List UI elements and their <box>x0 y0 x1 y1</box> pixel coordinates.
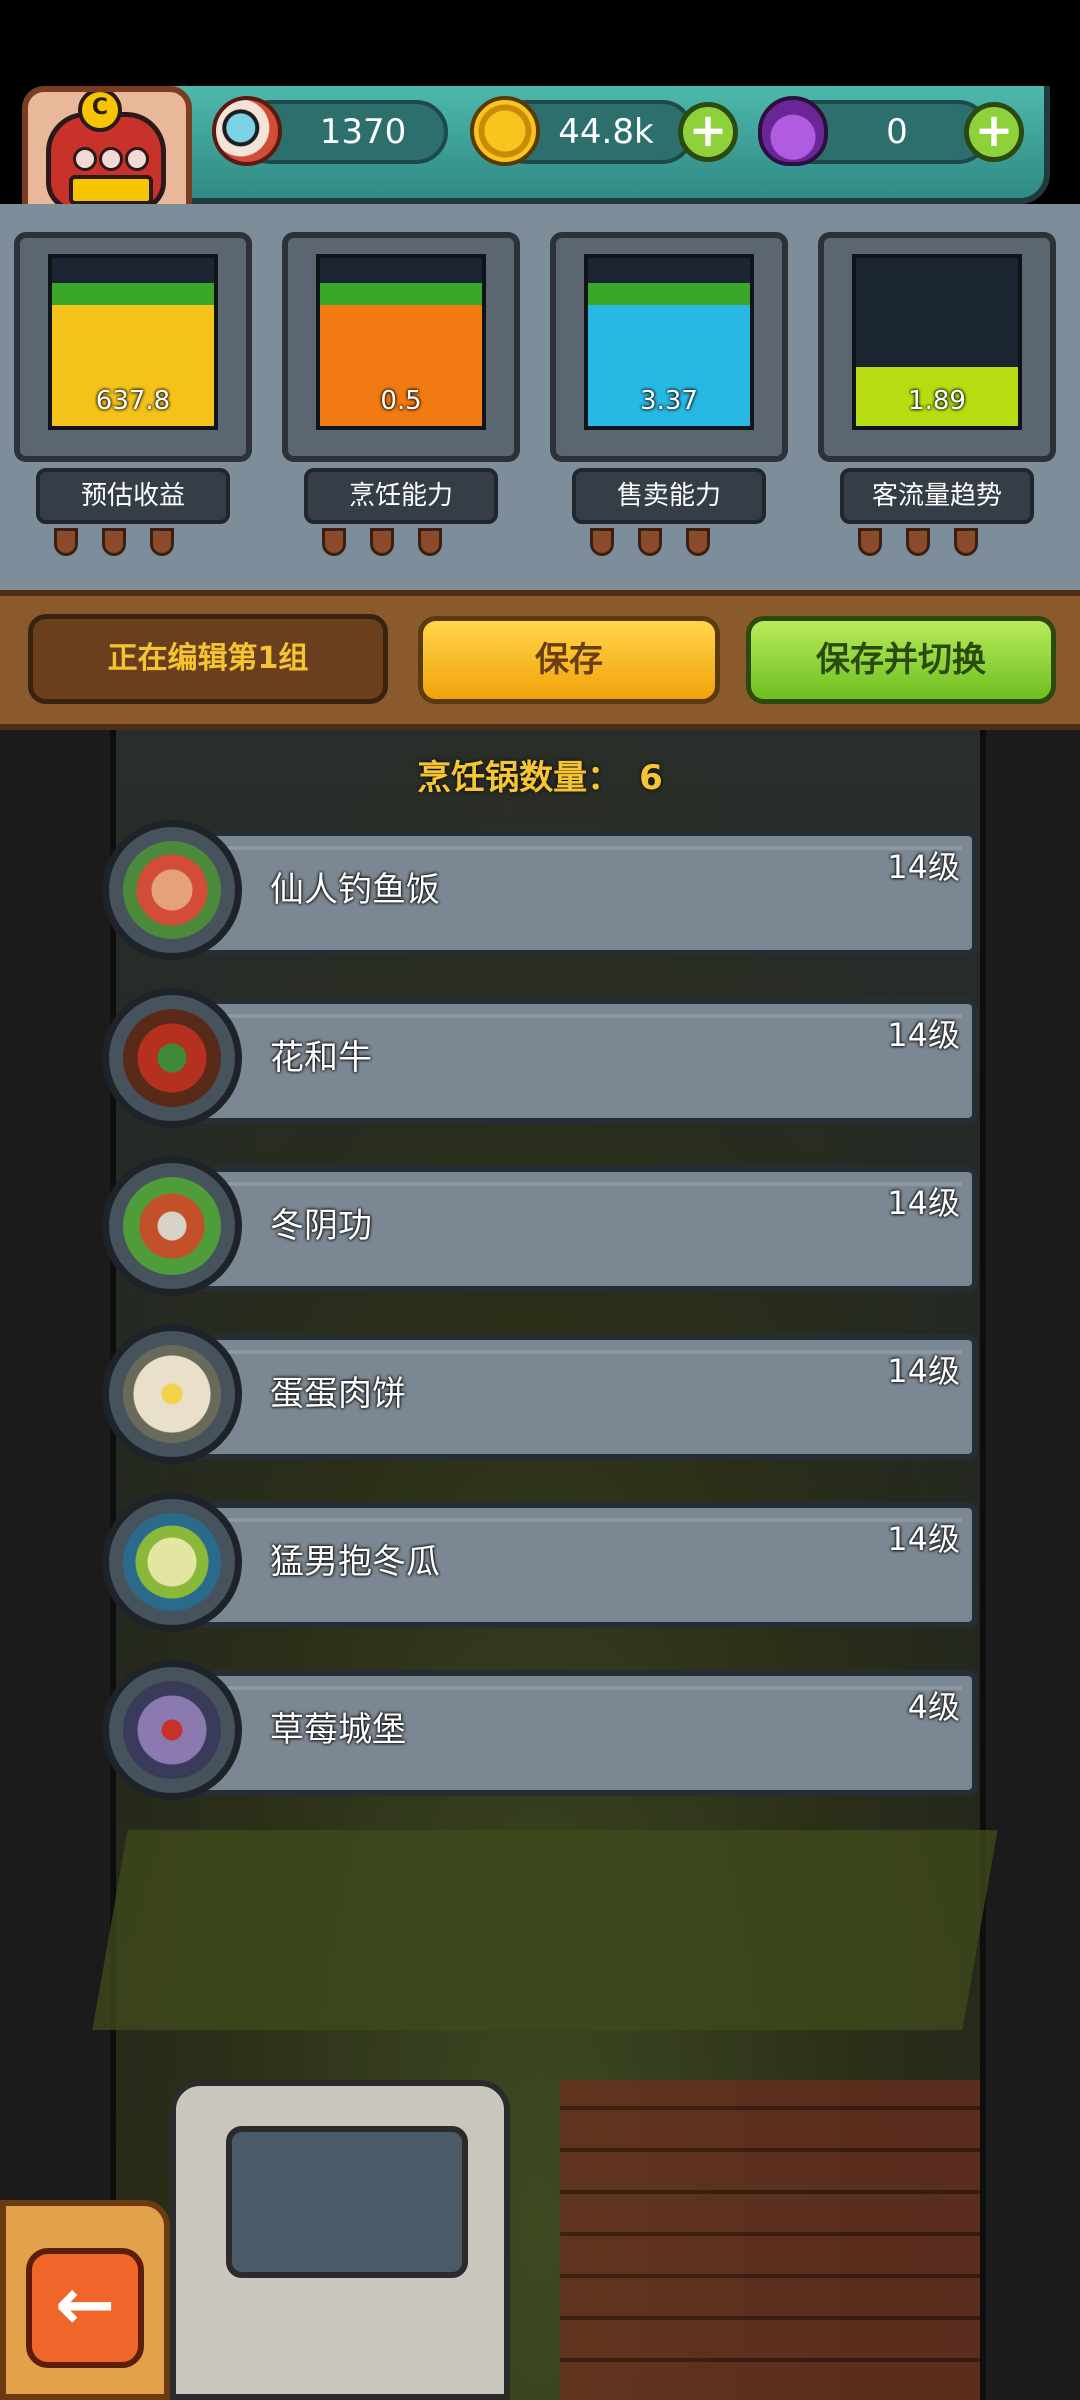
brick-wall <box>560 2080 980 2400</box>
meter-customer-trend: 1.89 客流量趋势 <box>818 232 1056 562</box>
coin-count: 44.8k <box>558 112 654 152</box>
dish-icon <box>102 1156 242 1296</box>
meter-value: 1.89 <box>908 386 966 416</box>
status-bar <box>0 0 1080 86</box>
right-wall <box>980 730 1080 2400</box>
plus-icon: + <box>688 103 728 157</box>
recipe-row[interactable]: 草莓城堡 4级 <box>102 1660 982 1806</box>
recipe-name: 冬阴功 <box>270 1206 372 1246</box>
back-arrow-icon: ← <box>54 2262 116 2346</box>
meter-value: 3.37 <box>640 386 698 416</box>
coin-icon <box>470 96 540 166</box>
recipe-row[interactable]: 蛋蛋肉饼 14级 <box>102 1324 982 1470</box>
recipe-row[interactable]: 猛男抱冬瓜 14级 <box>102 1492 982 1638</box>
save-button[interactable]: 保存 <box>418 616 720 704</box>
meter-label: 售卖能力 <box>572 468 766 524</box>
recipe-level: 14级 <box>887 848 960 886</box>
pot-count-label: 烹饪锅数量： <box>417 758 622 798</box>
recipe-level: 14级 <box>887 1016 960 1054</box>
eyeball-count: 1370 <box>319 112 407 152</box>
recipe-name: 猛男抱冬瓜 <box>270 1542 440 1582</box>
recipe-row[interactable]: 仙人钓鱼饭 14级 <box>102 820 982 966</box>
recipe-name: 仙人钓鱼饭 <box>270 870 440 910</box>
recipe-level: 4级 <box>907 1688 960 1726</box>
recipe-level: 14级 <box>887 1352 960 1390</box>
editing-group-label: 正在编辑第1组 <box>28 614 388 704</box>
meter-selling-ability: 3.37 售卖能力 <box>550 232 788 562</box>
back-button[interactable]: ← <box>26 2248 144 2368</box>
oven <box>170 2080 510 2400</box>
plus-icon: + <box>974 103 1014 157</box>
meter-cooking-ability: 0.5 烹饪能力 <box>282 232 520 562</box>
meter-estimated-income: 637.8 预估收益 <box>14 232 252 562</box>
meter-label: 烹饪能力 <box>304 468 498 524</box>
meter-value: 0.5 <box>380 386 422 416</box>
stats-panel: 637.8 预估收益 0.5 烹饪能力 3.37 售卖能力 1.89 客流量趋势 <box>0 204 1080 590</box>
eyeball-icon <box>212 96 282 166</box>
save-and-switch-button[interactable]: 保存并切换 <box>746 616 1056 704</box>
kitchen-floor <box>92 1830 998 2030</box>
add-coins-button[interactable]: + <box>678 102 738 162</box>
dish-icon <box>102 1492 242 1632</box>
recipe-level: 14级 <box>887 1520 960 1558</box>
recipe-row[interactable]: 冬阴功 14级 <box>102 1156 982 1302</box>
recipe-name: 蛋蛋肉饼 <box>270 1374 406 1414</box>
dish-icon <box>102 1324 242 1464</box>
recipe-name: 草莓城堡 <box>270 1710 406 1750</box>
recipe-level: 14级 <box>887 1184 960 1222</box>
potion-icon <box>758 96 828 166</box>
meter-label: 预估收益 <box>36 468 230 524</box>
dish-icon <box>102 988 242 1128</box>
recipe-name: 花和牛 <box>270 1038 372 1078</box>
add-potion-button[interactable]: + <box>964 102 1024 162</box>
recipe-row[interactable]: 花和牛 14级 <box>102 988 982 1134</box>
left-wall <box>0 730 116 2400</box>
dish-icon <box>102 820 242 960</box>
pot-count-value: 6 <box>639 758 663 798</box>
meter-value: 637.8 <box>95 386 171 416</box>
dish-icon <box>102 1660 242 1800</box>
pot-count: 烹饪锅数量： 6 <box>0 750 1080 799</box>
potion-count: 0 <box>886 112 908 152</box>
meter-label: 客流量趋势 <box>840 468 1034 524</box>
